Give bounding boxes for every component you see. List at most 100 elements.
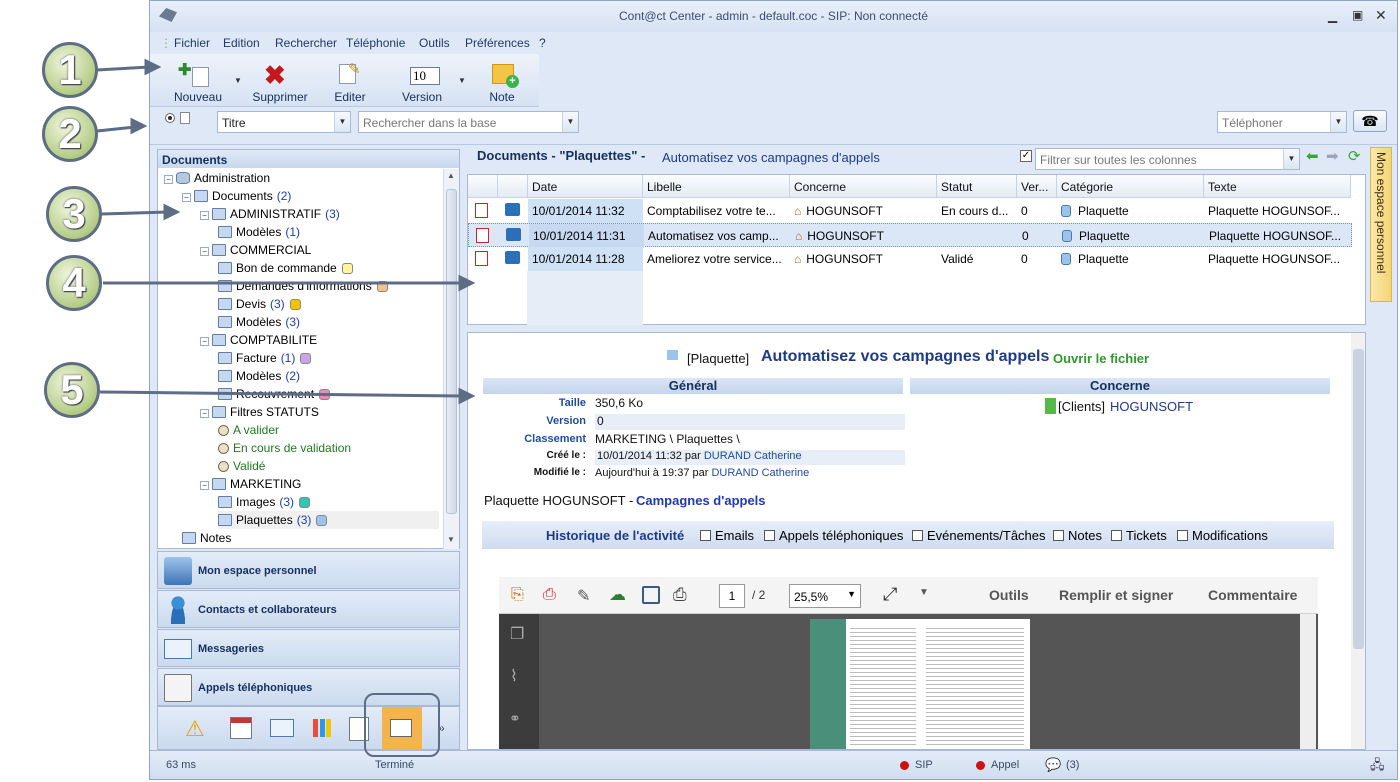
filter-checkbox[interactable] [1053, 530, 1064, 541]
grid-icon-column-header[interactable] [498, 175, 528, 198]
table-row[interactable]: 10/01/2014 11:31 Automatisez vos camp... ⌂… [468, 223, 1352, 248]
cloud-upload-icon[interactable]: ☁ [609, 585, 626, 605]
attachment-icon[interactable]: ⌇ [510, 666, 518, 686]
scroll-down-icon[interactable]: ▼ [447, 535, 455, 544]
created-by-link[interactable]: DURAND Catherine [704, 450, 802, 462]
pdf-outils[interactable]: Outils [989, 587, 1029, 603]
field-select[interactable]: Titre ▼ [217, 111, 351, 133]
phone-input[interactable]: Téléphoner ▼ [1217, 111, 1347, 133]
collapse-icon[interactable]: − [182, 193, 191, 202]
tree-node[interactable]: Recouvrement [218, 385, 331, 403]
pages-icon[interactable]: ❐ [510, 624, 524, 644]
modified-by-link[interactable]: DURAND Catherine [711, 467, 809, 479]
tree-node[interactable]: Plaquettes (3) [218, 511, 439, 529]
pdf-zoom-select[interactable]: 25,5% ▼ [789, 584, 861, 608]
menu-fichier[interactable]: Fichier [174, 36, 210, 50]
history-filter[interactable]: Notes [1053, 528, 1102, 543]
tree-node[interactable]: − MARKETING [200, 475, 301, 493]
tree-node[interactable]: Modèles (2) [218, 367, 300, 385]
tree-node[interactable]: Facture (1) [218, 349, 312, 367]
radio-icon[interactable] [165, 113, 175, 123]
menu-help[interactable]: ? [539, 36, 546, 50]
column-header[interactable]: Concerne [790, 175, 937, 198]
tree-node[interactable]: A valider [218, 421, 279, 439]
collapse-icon[interactable]: − [200, 409, 209, 418]
menu-telephonie[interactable]: Téléphonie [346, 36, 405, 50]
delete-button[interactable]: ✖ Supprimer [246, 58, 314, 106]
search-input[interactable]: Rechercher dans la base ▼ [358, 111, 579, 133]
tree-node[interactable]: − Documents (2) [182, 187, 291, 205]
refresh-icon[interactable]: ⟳ [1348, 147, 1361, 165]
tree-node[interactable]: − COMMERCIAL [200, 241, 311, 259]
pdf-scrollbar[interactable] [1300, 614, 1316, 749]
pdf-fill-sign[interactable]: Remplir et signer [1059, 587, 1173, 603]
tree-node[interactable]: − COMPTABILITE [200, 331, 317, 349]
history-filter[interactable]: Appels téléphoniques [764, 528, 903, 543]
calendar-icon[interactable] [230, 717, 252, 739]
note-button[interactable]: + Note [468, 58, 536, 106]
save-icon[interactable] [642, 586, 660, 604]
call-button[interactable]: ☎ [1353, 110, 1387, 132]
tree-node[interactable]: Bon de commande [218, 259, 353, 277]
history-filter[interactable]: Evénements/Tâches [912, 528, 1046, 543]
print-icon[interactable]: ⎙ [673, 585, 687, 605]
more-tools-icon[interactable]: ▼ [919, 587, 929, 598]
tree-node[interactable]: Modèles (3) [218, 313, 300, 331]
scrollbar-thumb[interactable] [1353, 349, 1364, 649]
pdf-edit-icon[interactable]: ✎ [577, 586, 590, 606]
history-filter[interactable]: Modifications [1177, 528, 1268, 543]
tree-node[interactable]: − Filtres STATUTS [200, 403, 319, 421]
tree-node[interactable]: En cours de validation [218, 439, 351, 457]
column-header[interactable]: Texte [1204, 175, 1351, 198]
fullscreen-icon[interactable]: ⤢ [883, 584, 897, 605]
collapse-icon[interactable]: − [200, 211, 209, 220]
menu-edition[interactable]: Edition [223, 36, 260, 50]
tree-node[interactable]: Modèles (1) [218, 223, 300, 241]
pdf-page-input[interactable]: 1 [719, 584, 745, 608]
new-button[interactable]: ✚ Nouveau [164, 58, 232, 106]
filter-checkbox[interactable] [1177, 530, 1188, 541]
chart-icon[interactable] [313, 719, 331, 737]
history-filter[interactable]: Tickets [1111, 528, 1167, 543]
column-header[interactable]: Statut [937, 175, 1017, 198]
column-header[interactable]: Date [528, 175, 643, 198]
pdf-open-icon[interactable]: ⎘ [511, 586, 524, 604]
scrollbar-thumb[interactable] [446, 189, 457, 514]
filter-checkbox[interactable] [1111, 530, 1122, 541]
warning-icon[interactable]: ⚠ [185, 716, 205, 742]
history-filter[interactable]: Emails [700, 528, 754, 543]
grid-icon-column-header[interactable] [468, 175, 498, 198]
menu-rechercher[interactable]: Rechercher [275, 36, 337, 50]
filter-checkbox[interactable]: ✓ [1020, 150, 1032, 162]
maximize-icon[interactable]: ▣ [1352, 8, 1363, 22]
binoculars-icon[interactable]: ⚭ [509, 710, 521, 727]
tree-node[interactable]: − Administration [164, 169, 270, 187]
minimize-icon[interactable]: ▁ [1328, 9, 1337, 23]
filter-checkbox[interactable] [912, 530, 923, 541]
collapse-icon[interactable]: − [164, 175, 173, 184]
tree-node[interactable]: Validé [218, 457, 265, 475]
column-header[interactable]: Libelle [643, 175, 790, 198]
collapse-icon[interactable]: − [200, 481, 209, 490]
version-dropdown-icon[interactable]: ▼ [458, 76, 466, 85]
filter-input[interactable]: Filtrer sur toutes les colonnes ▼ [1035, 148, 1300, 170]
filter-checkbox[interactable] [764, 530, 775, 541]
version-button[interactable]: 10 Version [388, 58, 456, 106]
scroll-up-icon[interactable]: ▲ [447, 171, 455, 180]
chat-bubble-icon[interactable]: 💬 [1045, 757, 1061, 773]
column-header[interactable]: Ver... [1017, 175, 1057, 198]
mail-icon[interactable] [270, 719, 294, 737]
concerne-link[interactable]: HOGUNSOFT [1110, 399, 1193, 414]
edit-button[interactable]: ✎ Editer [316, 58, 384, 106]
tree-node[interactable]: Demandes d'informations [218, 277, 388, 295]
tree-scrollbar[interactable]: ▲ ▼ [443, 169, 459, 549]
back-arrow-icon[interactable]: ⬅ [1306, 147, 1319, 165]
table-row[interactable]: 10/01/2014 11:32 Comptabilisez votre te..… [468, 199, 1352, 223]
menu-preferences[interactable]: Préférences [465, 36, 530, 50]
filter-checkbox[interactable] [700, 530, 711, 541]
open-file-link[interactable]: Ouvrir le fichier [1053, 351, 1149, 366]
collapse-icon[interactable]: − [200, 337, 209, 346]
tree-node[interactable]: Images (3) [218, 493, 311, 511]
table-row[interactable]: 10/01/2014 11:28 Ameliorez votre service.… [468, 247, 1352, 271]
menu-outils[interactable]: Outils [419, 36, 450, 50]
